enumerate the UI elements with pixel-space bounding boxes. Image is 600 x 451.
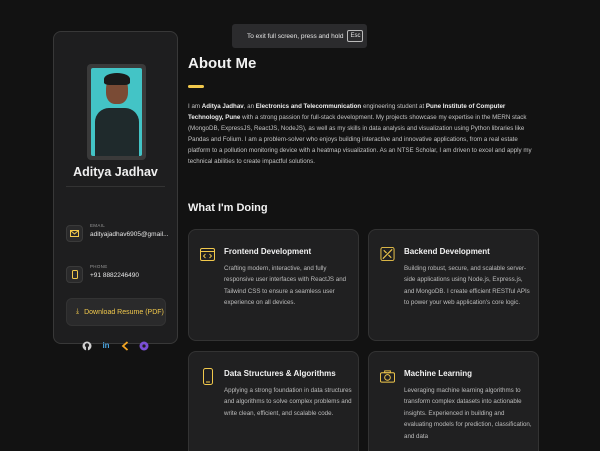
about-text: I am Aditya Jadhav, an Electronics and T… <box>188 103 532 165</box>
resume-label: Download Resume (PDF) <box>84 308 164 316</box>
codechef-icon[interactable] <box>139 340 150 351</box>
card-title: Frontend Development <box>224 247 312 256</box>
mail-icon <box>66 225 83 242</box>
download-resume-button[interactable]: ⤓ Download Resume (PDF) <box>66 298 166 326</box>
service-card-dsa: Data Structures & Algorithms Applying a … <box>188 351 359 451</box>
camera-icon <box>380 368 395 384</box>
profile-sidebar: Aditya Jadhav EMAIL adityajadhav6905@gma… <box>53 31 178 351</box>
page-title: About Me <box>188 55 257 72</box>
divider <box>66 186 165 187</box>
phone-icon <box>66 266 83 283</box>
card-title: Backend Development <box>404 247 490 256</box>
mobile-icon <box>200 367 215 385</box>
phone-label: PHONE <box>90 264 108 269</box>
profile-name: Aditya Jadhav <box>73 165 158 179</box>
card-desc: Crafting modern, interactive, and fully … <box>224 265 347 307</box>
leetcode-icon[interactable] <box>120 340 131 351</box>
card-title: Machine Learning <box>404 369 473 378</box>
code-window-icon <box>200 246 215 262</box>
email-contact: EMAIL adityajadhav6905@gmail... <box>66 223 171 242</box>
section-title: What I'm Doing <box>188 202 268 214</box>
service-card-ml: Machine Learning Leveraging machine lear… <box>368 351 539 451</box>
linkedin-icon[interactable]: in <box>101 340 112 351</box>
card-title: Data Structures & Algorithms <box>224 369 336 378</box>
card-desc: Building robust, secure, and scalable se… <box>404 265 530 307</box>
email-link[interactable]: adityajadhav6905@gmail... <box>90 231 169 238</box>
social-links: in <box>54 340 177 351</box>
card-desc: Leveraging machine learning algorithms t… <box>404 387 532 440</box>
server-tools-icon <box>380 246 395 262</box>
service-card-backend: Backend Development Building robust, sec… <box>368 229 539 341</box>
title-underline <box>188 85 204 88</box>
main-content: About Me I am Aditya Jadhav, an Electron… <box>188 0 600 451</box>
avatar <box>87 64 146 160</box>
phone-contact: PHONE +91 8882246490 <box>66 264 171 283</box>
service-card-frontend: Frontend Development Crafting modern, in… <box>188 229 359 341</box>
email-label: EMAIL <box>90 223 106 228</box>
card-desc: Applying a strong foundation in data str… <box>224 387 352 417</box>
download-icon: ⤓ <box>76 308 80 315</box>
github-icon[interactable] <box>82 340 93 351</box>
phone-link[interactable]: +91 8882246490 <box>90 272 139 279</box>
